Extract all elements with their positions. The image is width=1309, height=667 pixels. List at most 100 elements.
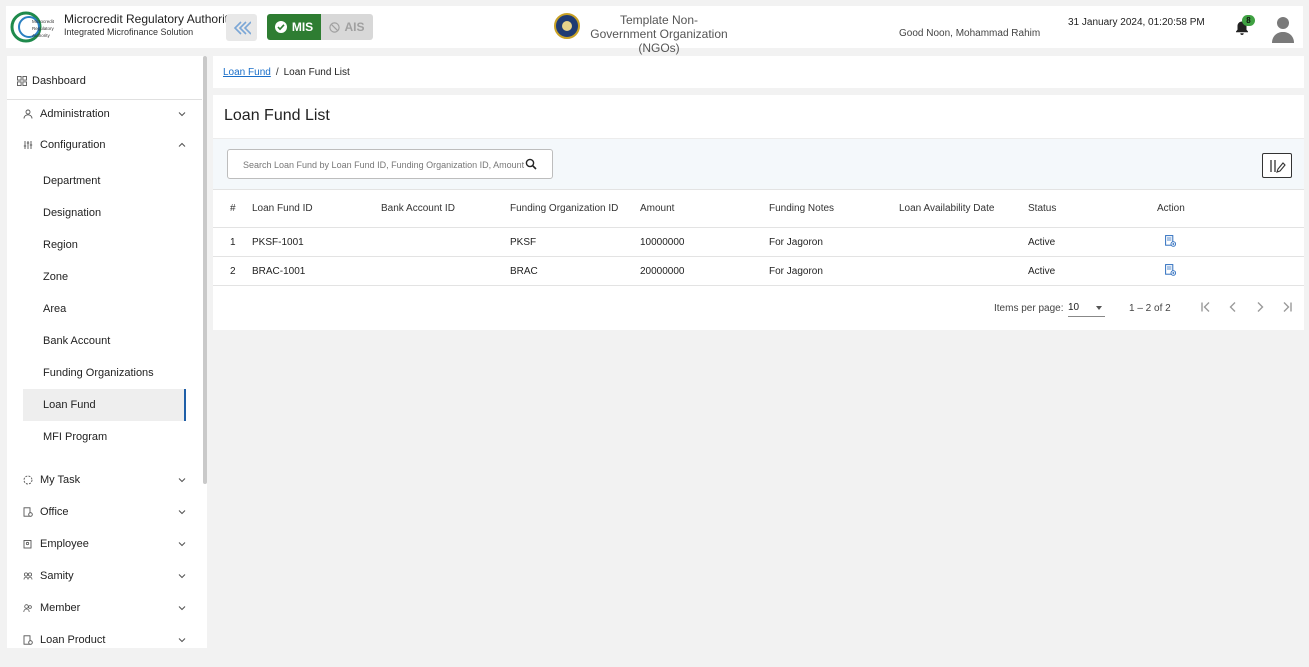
brand-title: Microcredit Regulatory Authority — [64, 12, 235, 26]
cell-funding-notes: For Jagoron — [769, 256, 899, 286]
sidebar-item-label: Dashboard — [32, 75, 86, 87]
chevron-down-icon — [178, 478, 186, 483]
sidebar-item-administration[interactable]: Administration — [7, 99, 202, 129]
cell-funding-org-id: PKSF — [510, 227, 640, 257]
sidebar-subitem-funding-organizations[interactable]: Funding Organizations — [23, 357, 186, 389]
cell-loan-fund-id: PKSF-1001 — [252, 227, 381, 257]
employee-badge-icon — [23, 540, 32, 549]
cell-funding-org-id: BRAC — [510, 256, 640, 286]
sidebar: Dashboard Administration Configuration D… — [7, 56, 207, 648]
breadcrumb-link-loan-fund[interactable]: Loan Fund — [223, 67, 271, 78]
page-title: Loan Fund List — [224, 107, 330, 124]
sidebar-item-loan-product[interactable]: Loan Product — [7, 625, 202, 648]
user-avatar[interactable] — [1271, 15, 1295, 43]
column-header-amount[interactable]: Amount — [640, 189, 769, 228]
grid-icon — [17, 76, 27, 86]
sidebar-subitem-area[interactable]: Area — [23, 293, 186, 325]
mis-mode-button[interactable]: MIS — [267, 14, 321, 40]
cell-bank-account-id — [381, 256, 510, 286]
spinner-icon — [23, 475, 33, 485]
notification-count-badge: 8 — [1242, 15, 1255, 26]
table-header-row: # Loan Fund ID Bank Account ID Funding O… — [213, 189, 1304, 228]
search-icon[interactable] — [525, 158, 537, 170]
edit-document-icon[interactable] — [1165, 263, 1176, 276]
svg-text:Regulatory: Regulatory — [32, 26, 55, 31]
table-row[interactable]: 1 PKSF-1001 PKSF 10000000 For Jagoron Ac… — [213, 227, 1304, 257]
column-header-availability-date[interactable]: Loan Availability Date — [899, 189, 1028, 228]
search-input[interactable] — [243, 158, 533, 172]
sidebar-item-dashboard[interactable]: Dashboard — [7, 66, 202, 96]
double-chevron-left-icon — [233, 20, 251, 35]
breadcrumb-separator: / — [275, 66, 279, 78]
cell-loan-fund-id: BRAC-1001 — [252, 256, 381, 286]
items-per-page-select[interactable]: 10 — [1068, 299, 1105, 317]
org-name: Template Non-Government Organization (NG… — [590, 13, 728, 55]
column-header-status[interactable]: Status — [1028, 189, 1157, 228]
sidebar-item-my-task[interactable]: My Task — [7, 465, 202, 495]
sidebar-item-member[interactable]: Member — [7, 593, 202, 623]
column-header-funding-notes[interactable]: Funding Notes — [769, 189, 899, 228]
sidebar-item-label: Configuration — [40, 139, 106, 151]
sidebar-subitem-label: Zone — [43, 271, 69, 283]
column-settings-button[interactable] — [1262, 153, 1292, 178]
loan-fund-table: # Loan Fund ID Bank Account ID Funding O… — [213, 189, 1304, 286]
first-page-icon[interactable] — [1198, 299, 1214, 315]
sidebar-subitem-label: Loan Fund — [43, 399, 96, 411]
collapse-sidebar-button[interactable] — [226, 14, 257, 41]
block-icon — [329, 21, 341, 33]
members-icon — [23, 604, 32, 613]
cell-amount: 10000000 — [640, 227, 769, 257]
sidebar-item-label: Administration — [40, 108, 110, 120]
chevron-down-icon — [178, 510, 186, 515]
cell-number: 1 — [213, 227, 252, 257]
chevron-down-icon — [178, 574, 186, 579]
next-page-icon[interactable] — [1252, 299, 1268, 315]
mra-logo: Microcredit Regulatory Authority — [10, 11, 55, 43]
sidebar-subitem-loan-fund[interactable]: Loan Fund — [23, 389, 186, 421]
sidebar-item-office[interactable]: Office — [7, 497, 202, 527]
edit-document-icon[interactable] — [1165, 234, 1176, 247]
previous-page-icon[interactable] — [1225, 299, 1241, 315]
sidebar-item-label: Samity — [40, 570, 74, 582]
product-doc-icon — [23, 635, 33, 645]
sidebar-item-employee[interactable]: Employee — [7, 529, 202, 559]
sidebar-subitem-designation[interactable]: Designation — [23, 197, 186, 229]
chevron-down-icon — [178, 638, 186, 643]
chevron-down-icon — [178, 606, 186, 611]
cell-number: 2 — [213, 256, 252, 286]
sidebar-item-label: Loan Product — [40, 634, 106, 646]
cell-amount: 20000000 — [640, 256, 769, 286]
office-doc-icon — [23, 507, 33, 517]
sidebar-subitem-label: MFI Program — [43, 431, 108, 443]
sidebar-item-samity[interactable]: Samity — [7, 561, 202, 591]
sidebar-subitem-department[interactable]: Department — [23, 165, 186, 197]
column-header-number: # — [213, 189, 252, 228]
svg-text:Authority: Authority — [32, 33, 51, 38]
chevron-down-icon — [178, 112, 186, 117]
current-datetime: 31 January 2024, 01:20:58 PM — [1068, 17, 1205, 28]
table-row[interactable]: 2 BRAC-1001 BRAC 20000000 For Jagoron Ac… — [213, 256, 1304, 286]
brand-subtitle: Integrated Microfinance Solution — [64, 27, 194, 37]
sidebar-subitem-label: Bank Account — [43, 335, 111, 347]
sidebar-subitem-zone[interactable]: Zone — [23, 261, 186, 293]
cell-funding-notes: For Jagoron — [769, 227, 899, 257]
ais-mode-button[interactable]: AIS — [321, 14, 373, 40]
cell-action — [1157, 227, 1304, 257]
sidebar-item-label: My Task — [40, 474, 81, 486]
sliders-icon — [23, 141, 33, 149]
column-header-bank-account-id[interactable]: Bank Account ID — [381, 189, 510, 228]
search-box — [227, 149, 553, 179]
page-range-label: 1 – 2 of 2 — [1129, 303, 1171, 314]
svg-text:Microcredit: Microcredit — [32, 19, 55, 24]
sidebar-subitem-bank-account[interactable]: Bank Account — [23, 325, 186, 357]
sidebar-item-configuration[interactable]: Configuration — [7, 130, 202, 160]
sidebar-subitem-region[interactable]: Region — [23, 229, 186, 261]
column-header-loan-fund-id[interactable]: Loan Fund ID — [252, 189, 381, 228]
sidebar-scrollbar[interactable] — [203, 56, 207, 484]
check-circle-icon — [274, 21, 287, 33]
sidebar-subitem-label: Funding Organizations — [43, 367, 154, 379]
sidebar-subitem-mfi-program[interactable]: MFI Program — [23, 421, 186, 453]
last-page-icon[interactable] — [1279, 299, 1295, 315]
group-icon — [23, 572, 33, 580]
column-header-funding-org-id[interactable]: Funding Organization ID — [510, 189, 640, 228]
